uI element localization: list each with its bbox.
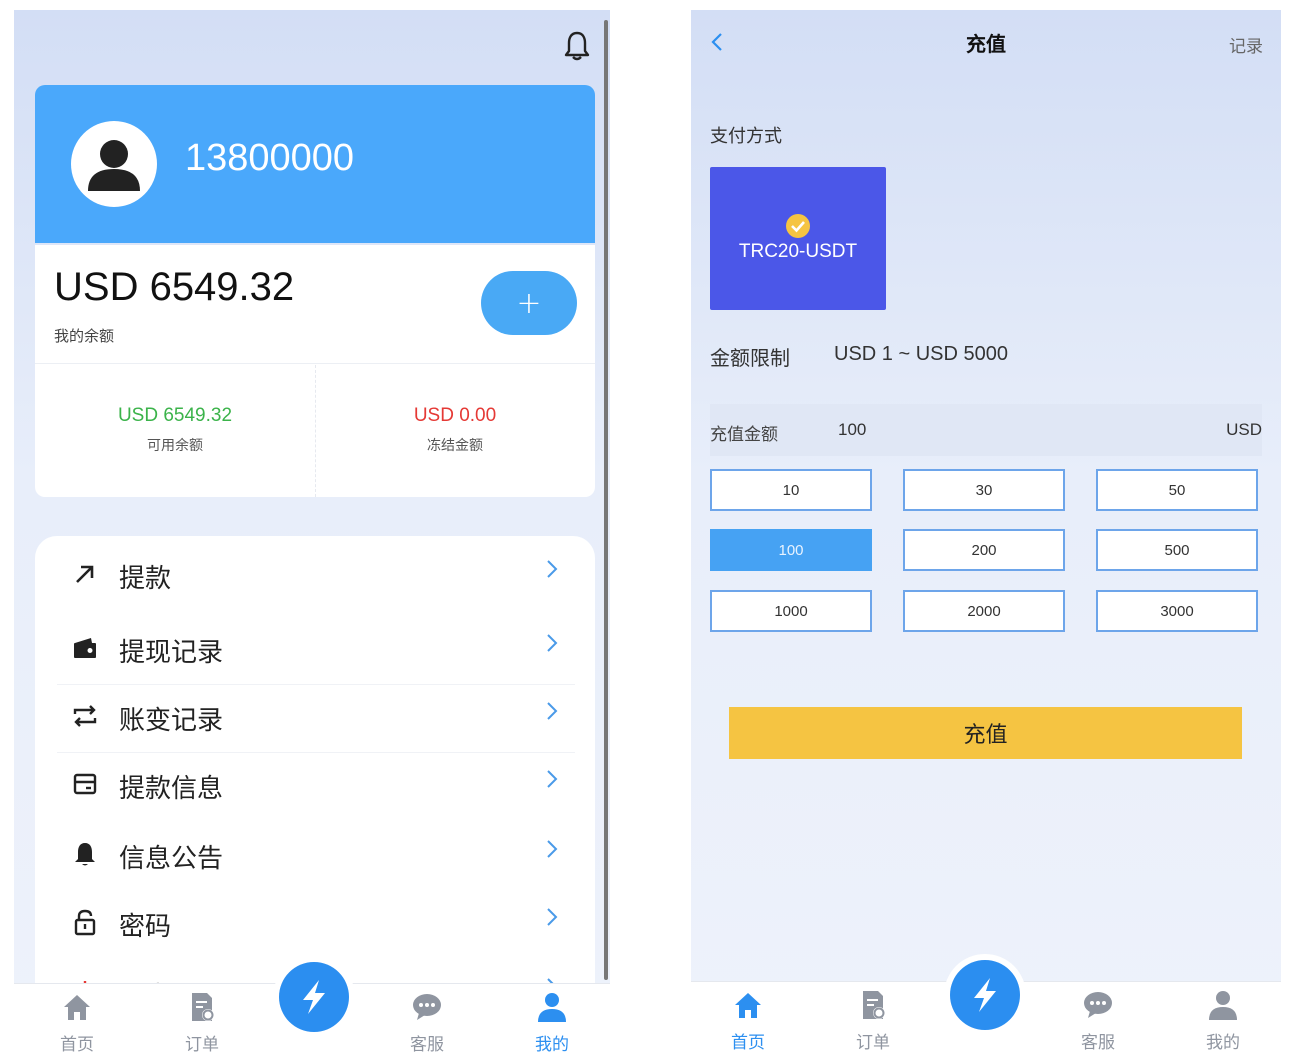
available-balance-label: 可用余额	[147, 438, 203, 454]
menu-item-label: 账变记录	[119, 706, 224, 736]
tab-label: 客服	[410, 1035, 444, 1054]
order-doc-icon	[863, 991, 885, 1019]
card-icon	[73, 773, 97, 795]
menu-item-withdraw-records[interactable]: 提现记录	[35, 618, 595, 678]
profile-screen: 13800000 USD 6549.32 我的余额 + USD 6549.32 …	[14, 10, 610, 1054]
pay-method-name: TRC20-USDT	[738, 241, 858, 262]
tab-orders[interactable]: 订单	[828, 988, 918, 1052]
amount-option[interactable]: 3000	[1096, 590, 1258, 632]
total-balance: USD 6549.32	[54, 265, 295, 309]
tab-home[interactable]: 首页	[32, 990, 122, 1054]
bell-icon	[75, 843, 95, 866]
menu-item-label: 密码	[119, 912, 172, 942]
account-phone: 13800000	[185, 137, 355, 179]
tab-mine[interactable]: 我的	[1178, 988, 1268, 1052]
tab-label: 首页	[731, 1033, 765, 1052]
center-action-button[interactable]	[273, 956, 355, 1038]
tab-label: 我的	[1206, 1033, 1240, 1052]
frozen-balance-label: 冻结金额	[427, 438, 483, 454]
available-balance-value: USD 6549.32	[117, 405, 233, 426]
page-title: 充值	[966, 32, 1006, 56]
amount-option[interactable]: 2000	[903, 590, 1065, 632]
swap-icon	[73, 705, 97, 727]
lightning-icon	[974, 978, 996, 1012]
tab-label: 订单	[185, 1035, 219, 1054]
amount-limit-value: USD 1 ~ USD 5000	[834, 343, 1008, 365]
amount-option[interactable]: 500	[1096, 529, 1258, 571]
tab-support[interactable]: 客服	[382, 990, 472, 1054]
order-doc-icon	[192, 993, 214, 1021]
center-action-button[interactable]	[944, 954, 1026, 1036]
menu-item-password[interactable]: 密码	[35, 892, 595, 952]
wallet-icon	[74, 638, 96, 658]
amount-option[interactable]: 50	[1096, 469, 1258, 511]
recharge-amount-input[interactable]: 100	[838, 420, 866, 440]
bottom-tab-bar: 首页 订单 客服 我的	[691, 954, 1281, 1052]
recharge-amount-field[interactable]: 充值金额 100 USD	[710, 404, 1262, 456]
home-icon	[64, 995, 90, 1020]
chevron-right-icon	[547, 770, 558, 788]
records-link[interactable]: 记录	[1229, 32, 1263, 57]
user-icon	[1209, 991, 1237, 1020]
arrow-up-right-icon	[76, 565, 94, 583]
amount-option[interactable]: 200	[903, 529, 1065, 571]
tab-label: 我的	[535, 1035, 569, 1054]
balance-card: USD 6549.32 我的余额 + USD 6549.32 可用余额 USD …	[35, 245, 595, 497]
chevron-right-icon	[547, 702, 558, 720]
tab-mine[interactable]: 我的	[507, 990, 597, 1054]
divider	[57, 684, 575, 685]
pay-method-option[interactable]: TRC20-USDT	[710, 167, 886, 310]
amount-option[interactable]: 10	[710, 469, 872, 511]
total-balance-label: 我的余额	[54, 327, 115, 345]
chat-bubble-icon	[1084, 992, 1112, 1018]
profile-header: 13800000	[35, 85, 595, 243]
avatar[interactable]	[71, 121, 157, 207]
amount-option[interactable]: 1000	[710, 590, 872, 632]
divider	[57, 752, 575, 753]
lightning-icon	[303, 980, 325, 1014]
menu-item-withdraw[interactable]: 提款	[35, 544, 595, 604]
tab-label: 订单	[856, 1033, 890, 1052]
currency-unit: USD	[1226, 420, 1262, 439]
frozen-balance-value: USD 0.00	[413, 405, 497, 426]
lock-icon	[74, 909, 96, 936]
user-icon	[88, 140, 140, 191]
amount-option-selected[interactable]: 100	[710, 529, 872, 571]
menu-item-withdraw-info[interactable]: 提款信息	[35, 754, 595, 814]
check-circle-icon	[786, 214, 810, 238]
divider	[35, 363, 595, 364]
available-balance: USD 6549.32 可用余额	[35, 405, 315, 455]
tab-label: 首页	[60, 1035, 94, 1054]
home-icon	[735, 993, 761, 1018]
chat-bubble-icon	[413, 994, 441, 1020]
tab-orders[interactable]: 订单	[157, 990, 247, 1054]
bottom-tab-bar: 首页 订单 客服 我的	[14, 956, 610, 1054]
chevron-right-icon	[547, 634, 558, 652]
amount-option[interactable]: 30	[903, 469, 1065, 511]
recharge-amount-label: 充值金额	[710, 425, 778, 445]
recharge-submit-button[interactable]: 充值	[729, 707, 1242, 759]
scrollbar[interactable]	[604, 20, 608, 980]
menu-item-label: 提款	[119, 564, 172, 594]
recharge-screen: 充值 记录 支付方式 TRC20-USDT 金额限制 USD 1 ~ USD 5…	[691, 10, 1281, 1052]
chevron-right-icon	[547, 560, 558, 578]
deposit-plus-button[interactable]: +	[481, 271, 577, 335]
tab-home[interactable]: 首页	[703, 988, 793, 1052]
tab-label: 客服	[1081, 1033, 1115, 1052]
frozen-balance: USD 0.00 冻结金额	[315, 405, 595, 455]
menu-item-announcements[interactable]: 信息公告	[35, 824, 595, 884]
menu-item-label: 提现记录	[119, 638, 224, 668]
pay-method-label: 支付方式	[710, 126, 782, 147]
menu-item-balance-changes[interactable]: 账变记录	[35, 686, 595, 746]
user-icon	[538, 993, 566, 1022]
notification-bell-icon[interactable]	[562, 30, 592, 62]
amount-limit-label: 金额限制	[710, 346, 790, 370]
tab-support[interactable]: 客服	[1053, 988, 1143, 1052]
chevron-right-icon	[547, 840, 558, 858]
menu-item-label: 提款信息	[119, 774, 224, 804]
menu-item-label: 信息公告	[119, 844, 224, 874]
chevron-right-icon	[547, 908, 558, 926]
